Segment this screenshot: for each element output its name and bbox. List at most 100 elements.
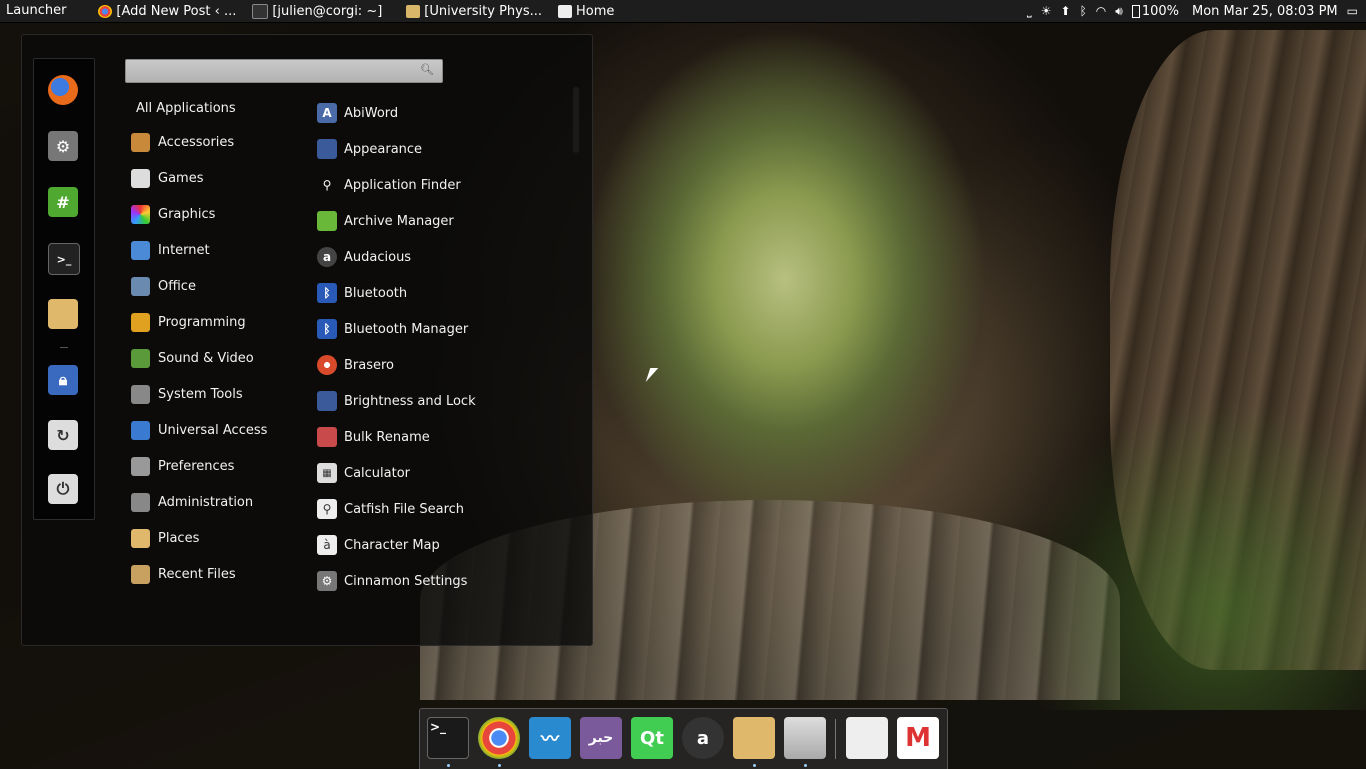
internet-icon	[131, 240, 150, 260]
app-application-finder[interactable]: ⚲ Application Finder	[317, 173, 461, 197]
category-universal-access[interactable]: Universal Access	[131, 419, 267, 441]
category-accessories[interactable]: Accessories	[131, 131, 234, 153]
battery-indicator[interactable]: 100%	[1131, 3, 1179, 19]
dock-separator	[835, 719, 836, 759]
folder-icon[interactable]	[733, 717, 775, 759]
folder-icon	[406, 4, 421, 18]
app-appearance[interactable]: Appearance	[317, 137, 422, 161]
app-brightness-and-lock[interactable]: Brightness and Lock	[317, 389, 476, 413]
launcher-button[interactable]: Launcher	[0, 0, 72, 22]
hashtag-icon[interactable]: #	[48, 187, 78, 217]
gmail-icon[interactable]: M	[897, 717, 939, 759]
terminal-icon[interactable]: >_	[48, 243, 80, 275]
category-games[interactable]: Games	[131, 167, 203, 189]
category-label: Places	[158, 530, 200, 546]
category-preferences[interactable]: Preferences	[131, 455, 234, 477]
category-office[interactable]: Office	[131, 275, 196, 297]
category-recent-files[interactable]: Recent Files	[131, 563, 236, 585]
running-indicator	[804, 764, 807, 767]
category-label: Internet	[158, 242, 210, 258]
app-calculator[interactable]: ▦ Calculator	[317, 461, 410, 485]
file-cabinet-icon[interactable]	[784, 717, 826, 759]
app-cinnamon-settings[interactable]: ⚙ Cinnamon Settings	[317, 569, 467, 593]
app-character-map[interactable]: à Character Map	[317, 533, 440, 557]
category-administration[interactable]: Administration	[131, 491, 253, 513]
app-list-scrollbar[interactable]	[573, 87, 579, 153]
battery-percent: 100%	[1141, 3, 1179, 19]
category-label: Programming	[158, 314, 246, 330]
calculator-icon: ▦	[317, 463, 337, 483]
category-label: Preferences	[158, 458, 235, 474]
clock[interactable]: Mon Mar 25, 08:03 PM	[1192, 4, 1338, 19]
window-button-chrome[interactable]: [Add New Post ‹ ...	[90, 0, 244, 22]
terminal-icon[interactable]: >_	[427, 717, 469, 759]
chrome-icon[interactable]	[478, 717, 520, 759]
category-system-tools[interactable]: System Tools	[131, 383, 243, 405]
app-label: Character Map	[344, 537, 440, 553]
window-button-files[interactable]: [University Phys...	[398, 0, 550, 22]
show-desktop-icon[interactable]: ▭	[1347, 4, 1358, 18]
brasero-icon	[317, 355, 337, 375]
bluetooth-icon[interactable]: ᛒ	[1080, 4, 1087, 18]
app-label: Cinnamon Settings	[344, 573, 468, 589]
wifi-icon[interactable]: ◠	[1096, 4, 1106, 18]
application-finder-icon: ⚲	[322, 178, 332, 192]
category-graphics[interactable]: Graphics	[131, 203, 215, 225]
programming-icon	[131, 312, 150, 332]
lock-screen-icon[interactable]: 🔒︎	[48, 365, 78, 395]
wallpaper-grass	[1000, 380, 1366, 710]
system-monitor-icon[interactable]: 〰	[529, 717, 571, 759]
update-icon[interactable]: ⬆	[1061, 4, 1071, 18]
catfish-icon: ⚲	[317, 499, 337, 519]
category-label: Recent Files	[158, 566, 236, 582]
firefox-icon[interactable]	[48, 75, 78, 105]
character-map-icon: à	[317, 535, 337, 555]
app-audacious[interactable]: a Audacious	[317, 245, 411, 269]
audacious-icon[interactable]: a	[682, 717, 724, 759]
volume-icon[interactable]: 🔊︎	[1115, 4, 1123, 19]
app-brasero[interactable]: Brasero	[317, 353, 394, 377]
preferences-icon	[131, 456, 150, 476]
window-button-notes[interactable]: Home	[550, 0, 622, 22]
favorites-bar: ⚙ # >_ 🔒︎ ↻ ⏻	[33, 58, 95, 520]
search-input[interactable]	[130, 62, 420, 82]
application-menu	[21, 34, 593, 646]
category-all-applications[interactable]: All Applications	[136, 97, 236, 119]
category-label: System Tools	[158, 386, 243, 402]
category-internet[interactable]: Internet	[131, 239, 210, 261]
favorites-separator	[60, 347, 68, 348]
category-label: Administration	[158, 494, 254, 510]
top-panel: Launcher [Add New Post ‹ ... [julien@cor…	[0, 0, 1366, 23]
mail-icon[interactable]	[846, 717, 888, 759]
window-button-terminal[interactable]: [julien@corgi: ~]	[244, 0, 390, 22]
arabic-app-icon[interactable]: حبر	[580, 717, 622, 759]
app-bulk-rename[interactable]: Bulk Rename	[317, 425, 430, 449]
running-indicator	[447, 764, 450, 767]
settings-icon[interactable]: ⚙	[48, 131, 78, 161]
brightness-lock-icon	[317, 391, 337, 411]
cinnamon-settings-icon: ⚙	[317, 571, 337, 591]
app-label: Brightness and Lock	[344, 393, 476, 409]
app-label: Bulk Rename	[344, 429, 430, 445]
brightness-icon[interactable]: ☀	[1041, 4, 1052, 18]
category-label: Universal Access	[158, 422, 268, 438]
search-box[interactable]: 🔍︎	[125, 59, 443, 83]
folder-icon[interactable]	[48, 299, 78, 329]
power-icon[interactable]: ⏻	[48, 474, 78, 504]
app-archive-manager[interactable]: Archive Manager	[317, 209, 454, 233]
category-programming[interactable]: Programming	[131, 311, 246, 333]
qt-creator-icon[interactable]: Qt	[631, 717, 673, 759]
games-icon	[131, 168, 150, 188]
app-label: Bluetooth Manager	[344, 321, 469, 337]
app-abiword[interactable]: A AbiWord	[317, 101, 398, 125]
logout-icon[interactable]: ↻	[48, 420, 78, 450]
chrome-icon	[98, 4, 113, 18]
category-sound-video[interactable]: Sound & Video	[131, 347, 254, 369]
app-bluetooth[interactable]: ᛒ Bluetooth	[317, 281, 407, 305]
app-bluetooth-manager[interactable]: ᛒ Bluetooth Manager	[317, 317, 468, 341]
app-catfish-file-search[interactable]: ⚲ Catfish File Search	[317, 497, 464, 521]
bulk-rename-icon	[317, 427, 337, 447]
workspace-icon[interactable]: ⎵	[1027, 4, 1032, 19]
administration-icon	[131, 492, 150, 512]
category-places[interactable]: Places	[131, 527, 199, 549]
